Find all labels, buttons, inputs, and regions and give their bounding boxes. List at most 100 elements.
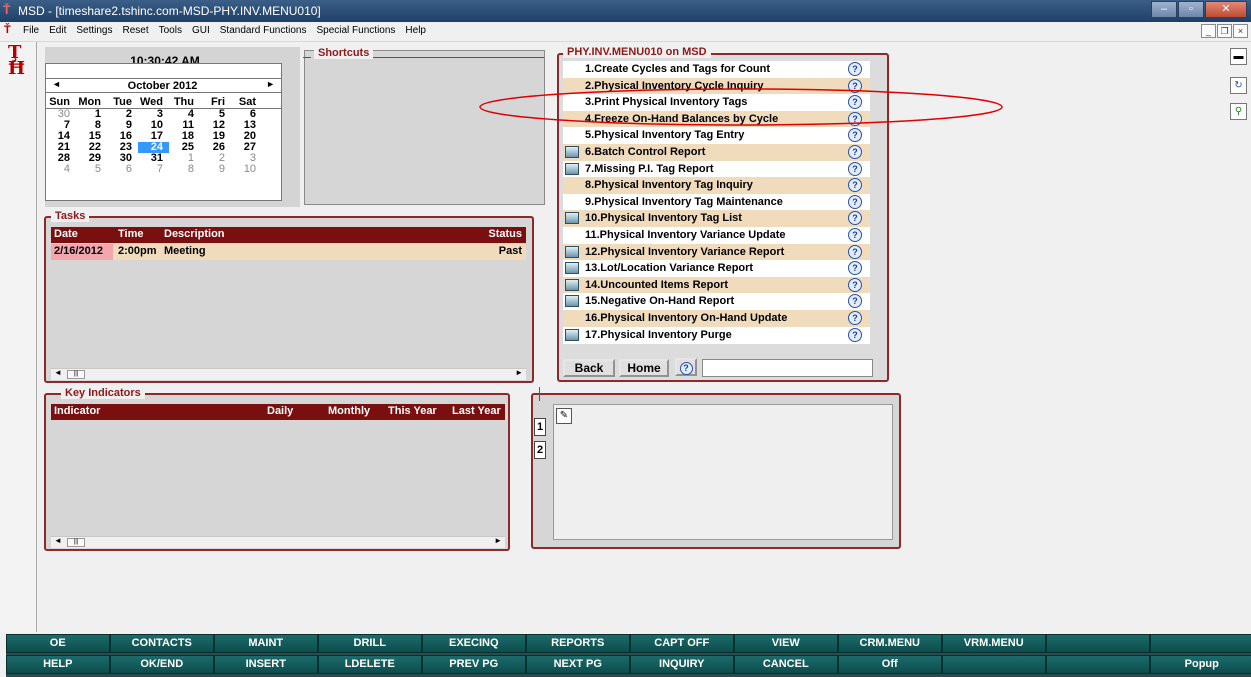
function-key[interactable]: OE — [6, 634, 110, 653]
col-this-year[interactable]: This Year — [388, 405, 437, 417]
function-key[interactable]: NEXT PG — [526, 655, 630, 674]
help-icon[interactable]: ? — [848, 244, 862, 259]
help-icon[interactable]: ? — [848, 294, 862, 309]
function-key[interactable] — [1046, 634, 1150, 653]
help-icon[interactable]: ? — [848, 277, 862, 292]
help-icon[interactable]: ? — [848, 128, 862, 143]
calendar-day[interactable]: 1 — [169, 153, 200, 164]
menu-item[interactable]: 15.Negative On-Hand Report? — [563, 293, 870, 310]
menu-item[interactable]: 11.Physical Inventory Variance Update? — [563, 227, 870, 244]
menu-item[interactable]: 12.Physical Inventory Variance Report? — [563, 243, 870, 261]
function-key[interactable]: CRM.MENU — [838, 634, 942, 653]
function-key[interactable] — [1046, 655, 1150, 674]
calendar-day[interactable]: 9 — [200, 164, 231, 175]
help-icon[interactable]: ? — [848, 62, 862, 76]
calendar-day[interactable]: 27 — [231, 142, 262, 153]
menu-item[interactable]: 16.Physical Inventory On-Hand Update? — [563, 309, 870, 327]
col-monthly[interactable]: Monthly — [328, 405, 370, 417]
function-key[interactable]: DRILL — [318, 634, 422, 653]
menu-item[interactable]: 5.Physical Inventory Tag Entry? — [563, 127, 870, 144]
app-icon[interactable]: Ť — [3, 3, 15, 17]
calendar-day[interactable]: 26 — [200, 142, 231, 153]
help-icon[interactable]: ? — [848, 161, 862, 176]
help-icon[interactable]: ? — [848, 310, 862, 325]
function-key[interactable]: OK/END — [110, 655, 214, 674]
calendar-day[interactable]: 29 — [76, 153, 107, 164]
zoom-icon[interactable]: ⚲ — [1230, 103, 1247, 120]
calendar-day[interactable]: 31 — [138, 153, 169, 164]
doc-icon[interactable]: Ť — [4, 24, 11, 36]
table-row[interactable]: 2/16/2012 2:00pm Meeting Past — [51, 244, 526, 260]
function-key[interactable]: LDELETE — [318, 655, 422, 674]
menu-item[interactable]: 13.Lot/Location Variance Report? — [563, 260, 870, 277]
menu-help-button[interactable]: ? — [675, 358, 697, 376]
menu-tools[interactable]: Tools — [158, 25, 183, 36]
menu-item[interactable]: 17.Physical Inventory Purge? — [563, 327, 870, 344]
menu-item[interactable]: 9.Physical Inventory Tag Maintenance? — [563, 194, 870, 211]
function-key[interactable]: CAPT OFF — [630, 634, 734, 653]
col-description[interactable]: Description — [164, 228, 225, 240]
menu-gui[interactable]: GUI — [191, 25, 211, 36]
command-input[interactable] — [702, 359, 873, 377]
function-key[interactable]: CONTACTS — [110, 634, 214, 653]
mdi-minimize-icon[interactable]: _ — [1201, 24, 1216, 38]
tab-2[interactable]: 2 — [534, 441, 546, 459]
menu-item[interactable]: 2.Physical Inventory Cycle Inquiry? — [563, 77, 870, 95]
help-icon[interactable]: ? — [848, 327, 862, 342]
calendar-day[interactable]: 8 — [169, 164, 200, 175]
function-key[interactable] — [942, 655, 1046, 674]
function-key[interactable]: Off — [838, 655, 942, 674]
scroll-thumb[interactable]: ||| — [67, 538, 85, 547]
calendar-day[interactable]: 7 — [138, 164, 169, 175]
calendar-day[interactable]: 6 — [107, 164, 138, 175]
help-icon[interactable]: ? — [848, 194, 862, 209]
minimize-icon[interactable]: – — [1151, 1, 1177, 18]
function-key[interactable]: VIEW — [734, 634, 838, 653]
function-key[interactable]: HELP — [6, 655, 110, 674]
menu-settings[interactable]: Settings — [75, 25, 113, 36]
menu-item[interactable]: 6.Batch Control Report? — [563, 143, 870, 161]
mdi-close-icon[interactable]: × — [1233, 24, 1248, 38]
calendar-day[interactable]: 4 — [45, 164, 76, 175]
col-status[interactable]: Status — [488, 228, 522, 240]
function-key[interactable]: PREV PG — [422, 655, 526, 674]
calendar-day[interactable]: 28 — [45, 153, 76, 164]
calendar-day[interactable]: 10 — [231, 164, 262, 175]
calendar-day[interactable]: 25 — [169, 142, 200, 153]
help-icon[interactable]: ? — [848, 178, 862, 193]
help-icon[interactable]: ? — [848, 95, 862, 110]
help-icon[interactable]: ? — [848, 144, 862, 159]
scroll-thumb[interactable]: ||| — [67, 370, 85, 379]
help-icon[interactable]: ? — [848, 78, 862, 93]
help-icon[interactable]: ? — [848, 227, 862, 242]
scroll-left-icon[interactable]: ◄ — [54, 368, 62, 377]
help-icon[interactable]: ? — [848, 111, 862, 126]
menu-file[interactable]: File — [22, 25, 40, 36]
calendar-day[interactable]: 30 — [107, 153, 138, 164]
function-key[interactable]: Popup — [1150, 655, 1251, 674]
scroll-right-icon[interactable]: ► — [494, 536, 502, 545]
function-key[interactable]: INQUIRY — [630, 655, 734, 674]
menu-reset[interactable]: Reset — [122, 25, 150, 36]
col-daily[interactable]: Daily — [267, 405, 293, 417]
menu-item[interactable]: 14.Uncounted Items Report? — [563, 276, 870, 294]
function-key[interactable]: CANCEL — [734, 655, 838, 674]
col-date[interactable]: Date — [54, 228, 78, 240]
maximize-icon[interactable]: ▫ — [1178, 1, 1204, 18]
mdi-restore-icon[interactable]: ❐ — [1217, 24, 1232, 38]
close-icon[interactable]: ✕ — [1205, 1, 1247, 18]
calendar-day[interactable]: 1 — [76, 109, 107, 120]
menu-item[interactable]: 4.Freeze On-Hand Balances by Cycle? — [563, 110, 870, 128]
col-indicator[interactable]: Indicator — [54, 405, 100, 417]
menu-item[interactable]: 7.Missing P.I. Tag Report? — [563, 161, 870, 178]
tab-1[interactable]: 1 — [534, 418, 546, 436]
menu-help[interactable]: Help — [404, 25, 427, 36]
tasks-scrollbar[interactable]: ◄ ||| ► — [51, 368, 526, 380]
function-key[interactable]: INSERT — [214, 655, 318, 674]
home-button[interactable]: Home — [619, 359, 669, 377]
function-key[interactable]: MAINT — [214, 634, 318, 653]
refresh-icon[interactable]: ↻ — [1230, 77, 1247, 94]
key-indicators-scrollbar[interactable]: ◄ ||| ► — [51, 536, 505, 548]
help-icon[interactable]: ? — [848, 261, 862, 276]
col-last-year[interactable]: Last Year — [452, 405, 501, 417]
